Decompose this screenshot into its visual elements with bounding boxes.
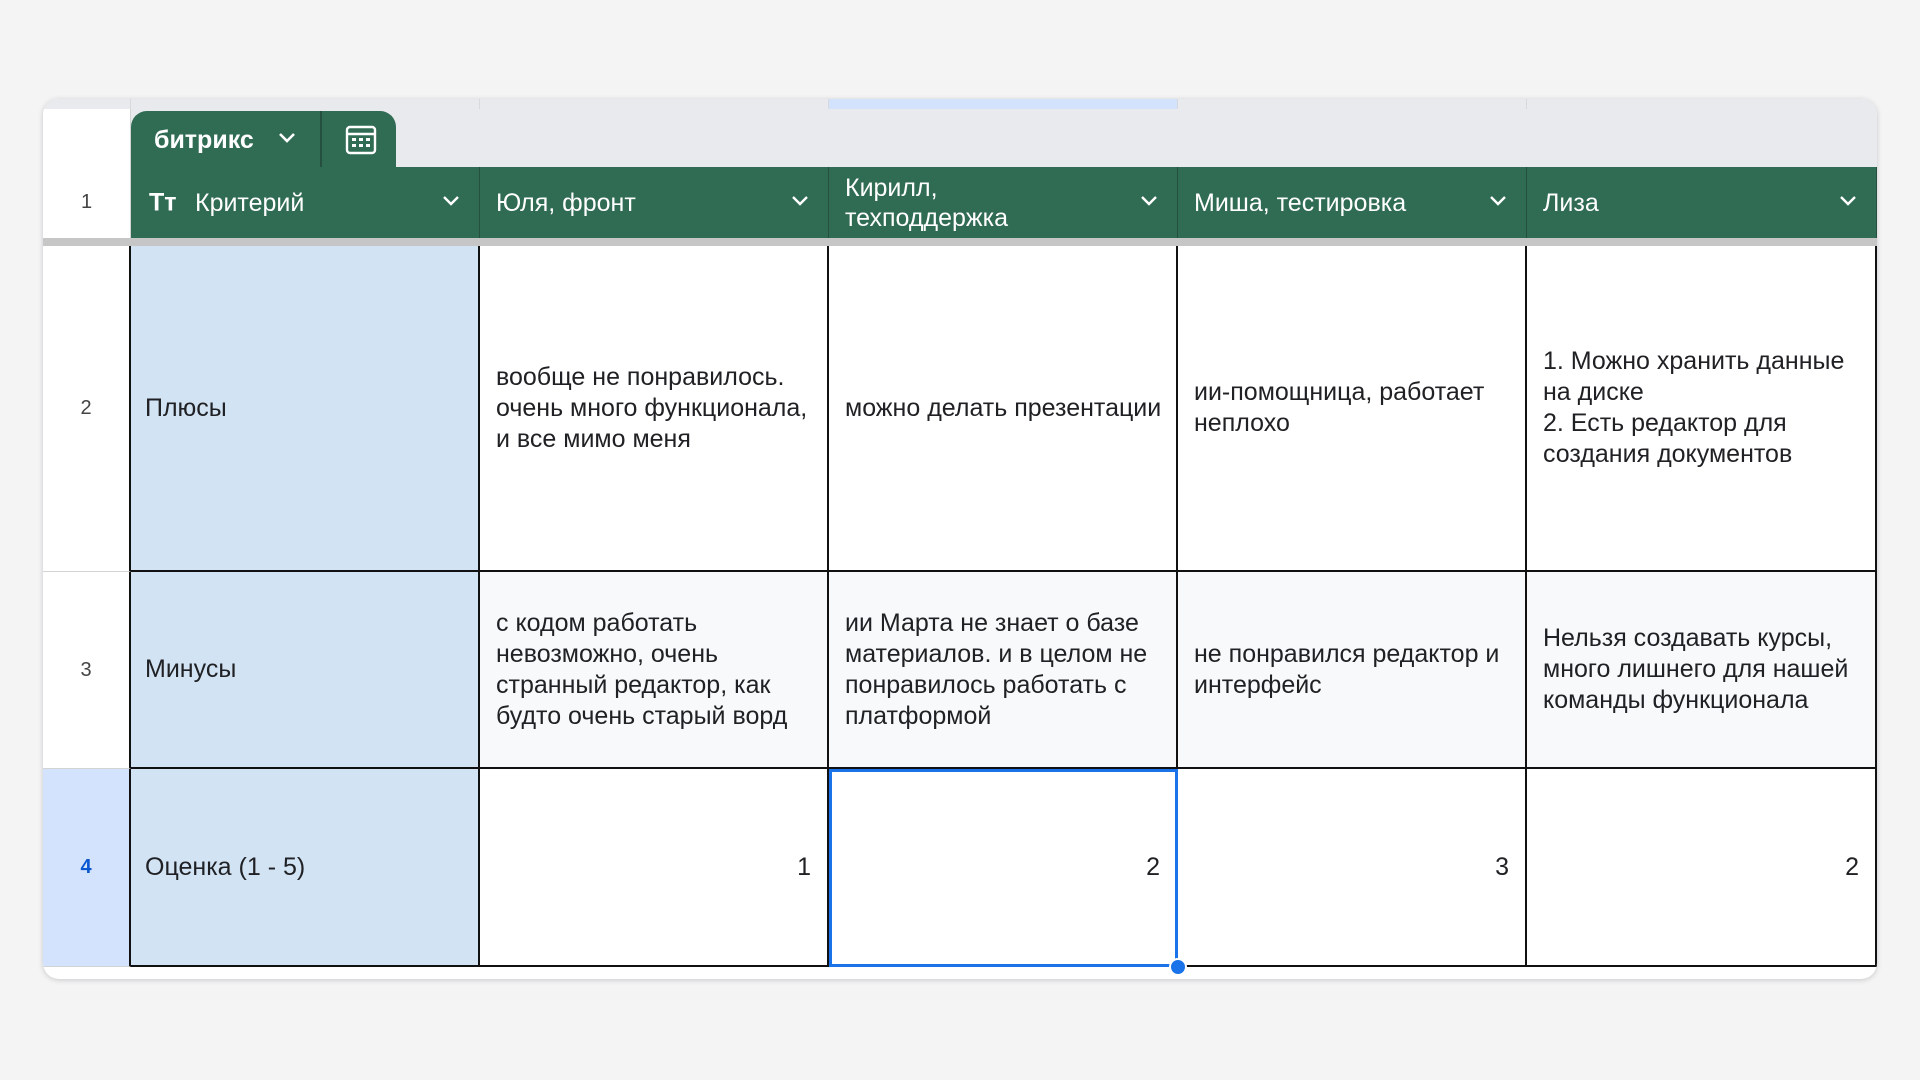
frozen-row-divider[interactable] bbox=[43, 238, 1877, 246]
text-type-icon: Тт bbox=[149, 188, 177, 216]
column-strip-b[interactable] bbox=[480, 99, 829, 109]
column-header-label: Кирилл, техподдержка bbox=[845, 173, 1009, 232]
cell-kirill-cons[interactable]: ии Марта не знает о базе материалов. и в… bbox=[829, 572, 1178, 769]
cell-misha-cons[interactable]: не понравился редактор и интерфейс bbox=[1178, 572, 1527, 769]
chevron-down-icon[interactable] bbox=[1488, 194, 1508, 213]
cell-liza-cons[interactable]: Нельзя создавать курсы, много лишнего дл… bbox=[1527, 572, 1877, 769]
column-header-yulia[interactable]: Юля, фронт bbox=[480, 167, 829, 238]
column-strip-c[interactable] bbox=[829, 99, 1178, 109]
cell-yulia-pros[interactable]: вообще не понравилось. очень много функц… bbox=[480, 246, 829, 572]
column-header-label: Лиза bbox=[1543, 188, 1599, 217]
cell-kirill-score[interactable]: 2 bbox=[829, 769, 1178, 967]
table-tab-name[interactable]: битрикс bbox=[154, 126, 254, 155]
spreadsheet-table: битрикс 1 Тт Критерий Юля, фронт Кирилл,… bbox=[43, 99, 1877, 979]
cell-criterion[interactable]: Минусы bbox=[131, 572, 480, 769]
chevron-down-icon[interactable] bbox=[277, 131, 297, 150]
column-strip-e[interactable] bbox=[1527, 99, 1877, 109]
cell-yulia-score[interactable]: 1 bbox=[480, 769, 829, 967]
chevron-down-icon[interactable] bbox=[1838, 194, 1858, 213]
chevron-down-icon[interactable] bbox=[790, 194, 810, 213]
cell-misha-pros[interactable]: ии-помощница, работает неплохо bbox=[1178, 246, 1527, 572]
table-tab[interactable]: битрикс bbox=[131, 111, 396, 167]
cell-liza-pros[interactable]: 1. Можно хранить данные на диске 2. Есть… bbox=[1527, 246, 1877, 572]
row-header-spacer bbox=[43, 109, 131, 167]
column-header-label: Миша, тестировка bbox=[1194, 188, 1407, 217]
column-header-liza[interactable]: Лиза bbox=[1527, 167, 1877, 238]
cell-yulia-cons[interactable]: с кодом работать невозможно, очень стран… bbox=[480, 572, 829, 769]
cell-criterion[interactable]: Плюсы bbox=[131, 246, 480, 572]
corner-cell[interactable] bbox=[43, 99, 131, 109]
cell-kirill-pros[interactable]: можно делать презентации bbox=[829, 246, 1178, 572]
chevron-down-icon[interactable] bbox=[1139, 194, 1159, 213]
fill-handle[interactable] bbox=[1169, 958, 1187, 976]
column-header-kirill[interactable]: Кирилл, техподдержка bbox=[829, 167, 1178, 238]
chevron-down-icon[interactable] bbox=[441, 194, 461, 213]
row-number-2[interactable]: 2 bbox=[43, 246, 131, 572]
table-view-icon[interactable] bbox=[345, 125, 377, 160]
column-header-label: Юля, фронт bbox=[496, 188, 636, 217]
cell-criterion[interactable]: Оценка (1 - 5) bbox=[131, 769, 480, 967]
cell-liza-score[interactable]: 2 bbox=[1527, 769, 1877, 967]
row-number-3[interactable]: 3 bbox=[43, 572, 131, 769]
column-header-misha[interactable]: Миша, тестировка bbox=[1178, 167, 1527, 238]
column-header-criterion[interactable]: Тт Критерий bbox=[131, 167, 480, 238]
tab-divider bbox=[320, 111, 322, 167]
column-strip-d[interactable] bbox=[1178, 99, 1527, 109]
row-number-1[interactable]: 1 bbox=[43, 167, 131, 238]
cell-misha-score[interactable]: 3 bbox=[1178, 769, 1527, 967]
column-strip-a[interactable] bbox=[131, 99, 480, 109]
column-header-label: Критерий bbox=[195, 188, 305, 217]
row-number-4[interactable]: 4 bbox=[43, 769, 131, 967]
